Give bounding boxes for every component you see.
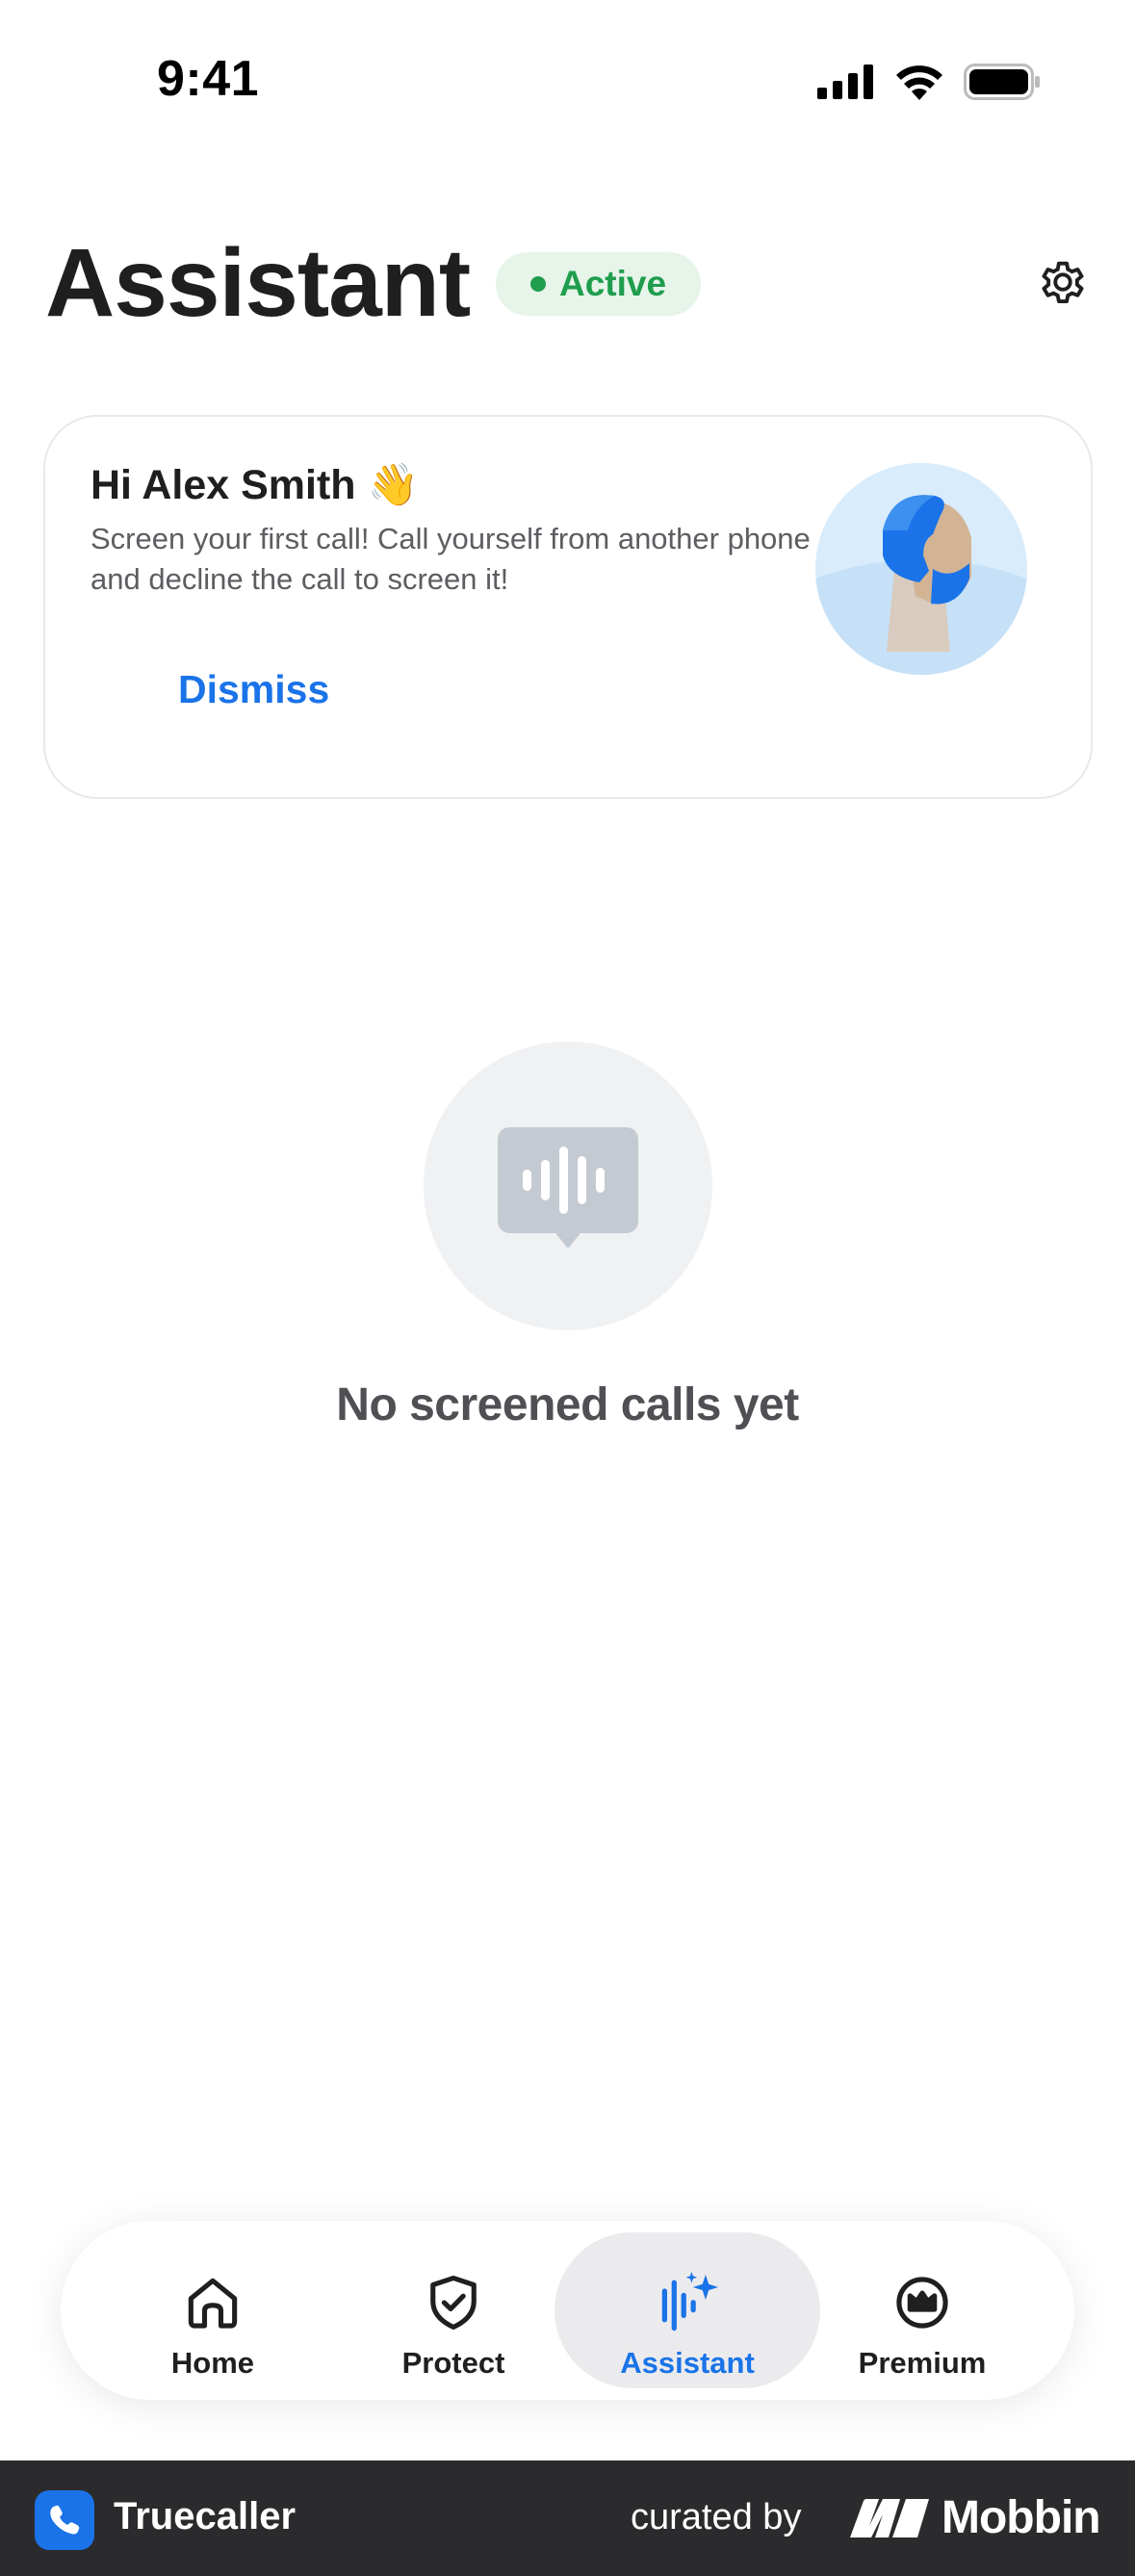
mobbin-logo-icon	[850, 2499, 929, 2537]
empty-state-illustration	[424, 1042, 712, 1330]
shield-check-icon	[418, 2267, 489, 2338]
status-icons	[817, 64, 1041, 100]
truecaller-logo-icon	[35, 2490, 94, 2550]
tab-label: Premium	[858, 2346, 987, 2380]
status-badge: Active	[496, 252, 702, 316]
footer-curated-by: curated by	[631, 2497, 802, 2537]
active-dot	[530, 276, 546, 292]
gear-icon	[1042, 261, 1084, 303]
tab-assistant[interactable]: Assistant	[555, 2232, 820, 2388]
wifi-icon	[896, 65, 942, 100]
footer-mobbin: Mobbin	[942, 2492, 1101, 2543]
voice-message-icon	[498, 1127, 638, 1249]
assistant-avatar-illustration	[815, 463, 1027, 675]
tab-label: Home	[170, 2346, 255, 2380]
card-greeting: Hi Alex Smith 👋	[90, 462, 420, 508]
tab-protect[interactable]: Protect	[321, 2232, 586, 2388]
attribution-footer: Truecaller curated by Mobbin	[0, 2460, 1135, 2576]
dismiss-button[interactable]: Dismiss	[178, 667, 329, 712]
home-icon	[177, 2267, 248, 2338]
tab-premium[interactable]: Premium	[789, 2232, 1055, 2388]
empty-state-message: No screened calls yet	[336, 1379, 799, 1430]
crown-icon	[887, 2267, 958, 2338]
card-description: Screen your first call! Call yourself fr…	[90, 522, 811, 596]
tab-bar: Home Protect Assistant Premium	[61, 2221, 1074, 2400]
tab-home[interactable]: Home	[80, 2232, 346, 2388]
settings-button[interactable]	[1033, 252, 1093, 312]
page-title: Assistant	[45, 229, 471, 337]
tab-label: Protect	[401, 2346, 505, 2380]
footer-brand: Truecaller	[114, 2495, 297, 2537]
assistant-sparkle-icon	[652, 2267, 723, 2338]
cellular-signal-icon	[817, 64, 873, 99]
status-badge-label: Active	[559, 264, 667, 303]
battery-icon	[964, 64, 1040, 100]
tab-label: Assistant	[620, 2346, 755, 2380]
onboarding-card: Hi Alex Smith 👋 Screen your first call! …	[43, 415, 1093, 799]
status-bar: 9:41	[0, 0, 1135, 164]
status-time: 9:41	[157, 51, 260, 107]
